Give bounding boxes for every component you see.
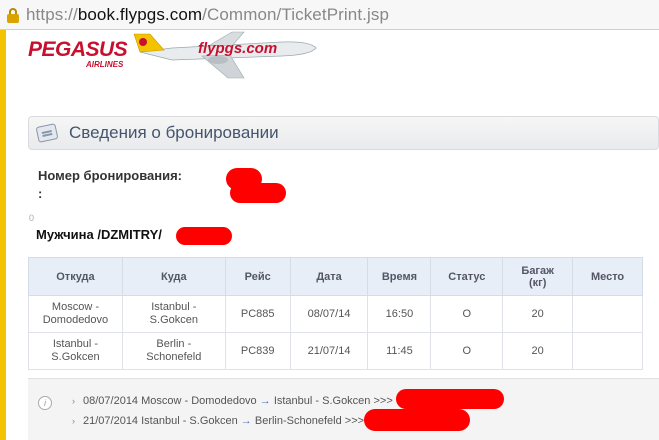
redaction-mark	[230, 183, 286, 203]
bullet-icon: ›	[72, 416, 75, 426]
url-host: book.flypgs.com	[77, 4, 203, 24]
table-row: Moscow - Domodedovo Istanbul - S.Gokcen …	[28, 295, 643, 333]
route-from: Istanbul - S.Gokcen	[141, 415, 238, 427]
cell-flight: PC885	[224, 295, 291, 333]
cell-from: Istanbul - S.Gokcen	[28, 332, 123, 370]
cell-to: Istanbul - S.Gokcen	[121, 295, 226, 333]
passenger-name: Мужчина /DZMITRY/	[36, 227, 162, 242]
booking-info-header: Сведения о бронировании	[28, 116, 659, 150]
cell-seat	[572, 332, 643, 370]
route-line[interactable]: › 08/07/2014 Moscow - Domodedovo → Istanb…	[72, 395, 393, 407]
route-suffix: >>>	[373, 395, 393, 407]
column-header-baggage: Багаж (кг)	[502, 257, 574, 296]
route-info-box: i › 08/07/2014 Moscow - Domodedovo → Ista…	[28, 378, 659, 440]
marker-text: 0	[29, 213, 35, 223]
cell-status: O	[430, 332, 504, 370]
redaction-mark	[364, 409, 470, 431]
route-line[interactable]: › 21/07/2014 Istanbul - S.Gokcen → Berlin…	[72, 415, 364, 427]
arrow-right-icon: →	[240, 415, 252, 427]
column-header-time: Время	[367, 257, 432, 296]
logo-text: PEGASUS	[28, 38, 128, 61]
bullet-icon: ›	[72, 396, 75, 406]
route-to: Berlin-Schonefeld	[254, 415, 342, 427]
cell-status: O	[430, 295, 504, 333]
url-path: /Common/TicketPrint.jsp	[202, 4, 389, 24]
column-header-status: Статус	[430, 257, 504, 296]
cell-time: 16:50	[367, 295, 432, 333]
ticket-print-page: PEGASUS AIRLINES flypgs.com Сведения о б…	[6, 30, 659, 440]
column-header-date: Дата	[289, 257, 369, 296]
column-header-from: Откуда	[28, 257, 123, 296]
cell-date: 21/07/14	[289, 332, 369, 370]
section-title: Сведения о бронировании	[69, 123, 279, 142]
cell-baggage: 20	[502, 295, 574, 333]
cell-seat	[572, 295, 643, 333]
redaction-mark	[396, 389, 504, 409]
booking-number-colon: :	[38, 186, 43, 201]
flights-table: Откуда Куда Рейс Дата Время Статус Багаж…	[28, 257, 643, 370]
redaction-mark	[176, 227, 232, 245]
route-suffix: >>>	[344, 415, 365, 427]
booking-number-label: Номер бронирования: :	[38, 167, 198, 203]
url-text[interactable]: https://book.flypgs.com/Common/TicketPri…	[26, 5, 389, 25]
ticket-icon	[35, 123, 59, 143]
lock-icon	[4, 6, 22, 24]
booking-number-text: Номер бронирования:	[38, 168, 183, 183]
cell-flight: PC839	[224, 332, 291, 370]
address-bar[interactable]: https://book.flypgs.com/Common/TicketPri…	[0, 0, 659, 30]
route-to: Istanbul - S.Gokcen	[273, 395, 371, 407]
cell-baggage: 20	[502, 332, 574, 370]
logo-subtext: AIRLINES	[86, 60, 124, 69]
column-header-seat: Место	[572, 257, 643, 296]
column-header-flight: Рейс	[224, 257, 291, 296]
table-row: Istanbul - S.Gokcen Berlin - Schonefeld …	[28, 332, 643, 370]
route-date: 08/07/2014	[83, 395, 139, 407]
cell-date: 08/07/14	[289, 295, 369, 333]
url-scheme: https://	[26, 4, 78, 24]
route-from: Moscow - Domodedovo	[141, 395, 257, 407]
plane-livery-text: flypgs.com	[198, 40, 277, 57]
table-header-row: Откуда Куда Рейс Дата Время Статус Багаж…	[28, 257, 643, 296]
arrow-right-icon: →	[259, 395, 271, 407]
cell-time: 11:45	[367, 332, 432, 370]
cell-from: Moscow - Domodedovo	[28, 295, 123, 333]
info-icon: i	[38, 396, 52, 410]
cell-to: Berlin - Schonefeld	[121, 332, 226, 370]
column-header-to: Куда	[121, 257, 226, 296]
pegasus-logo[interactable]: PEGASUS AIRLINES	[28, 38, 128, 69]
airplane-banner-icon: flypgs.com	[133, 31, 317, 79]
route-date: 21/07/2014	[83, 415, 139, 427]
